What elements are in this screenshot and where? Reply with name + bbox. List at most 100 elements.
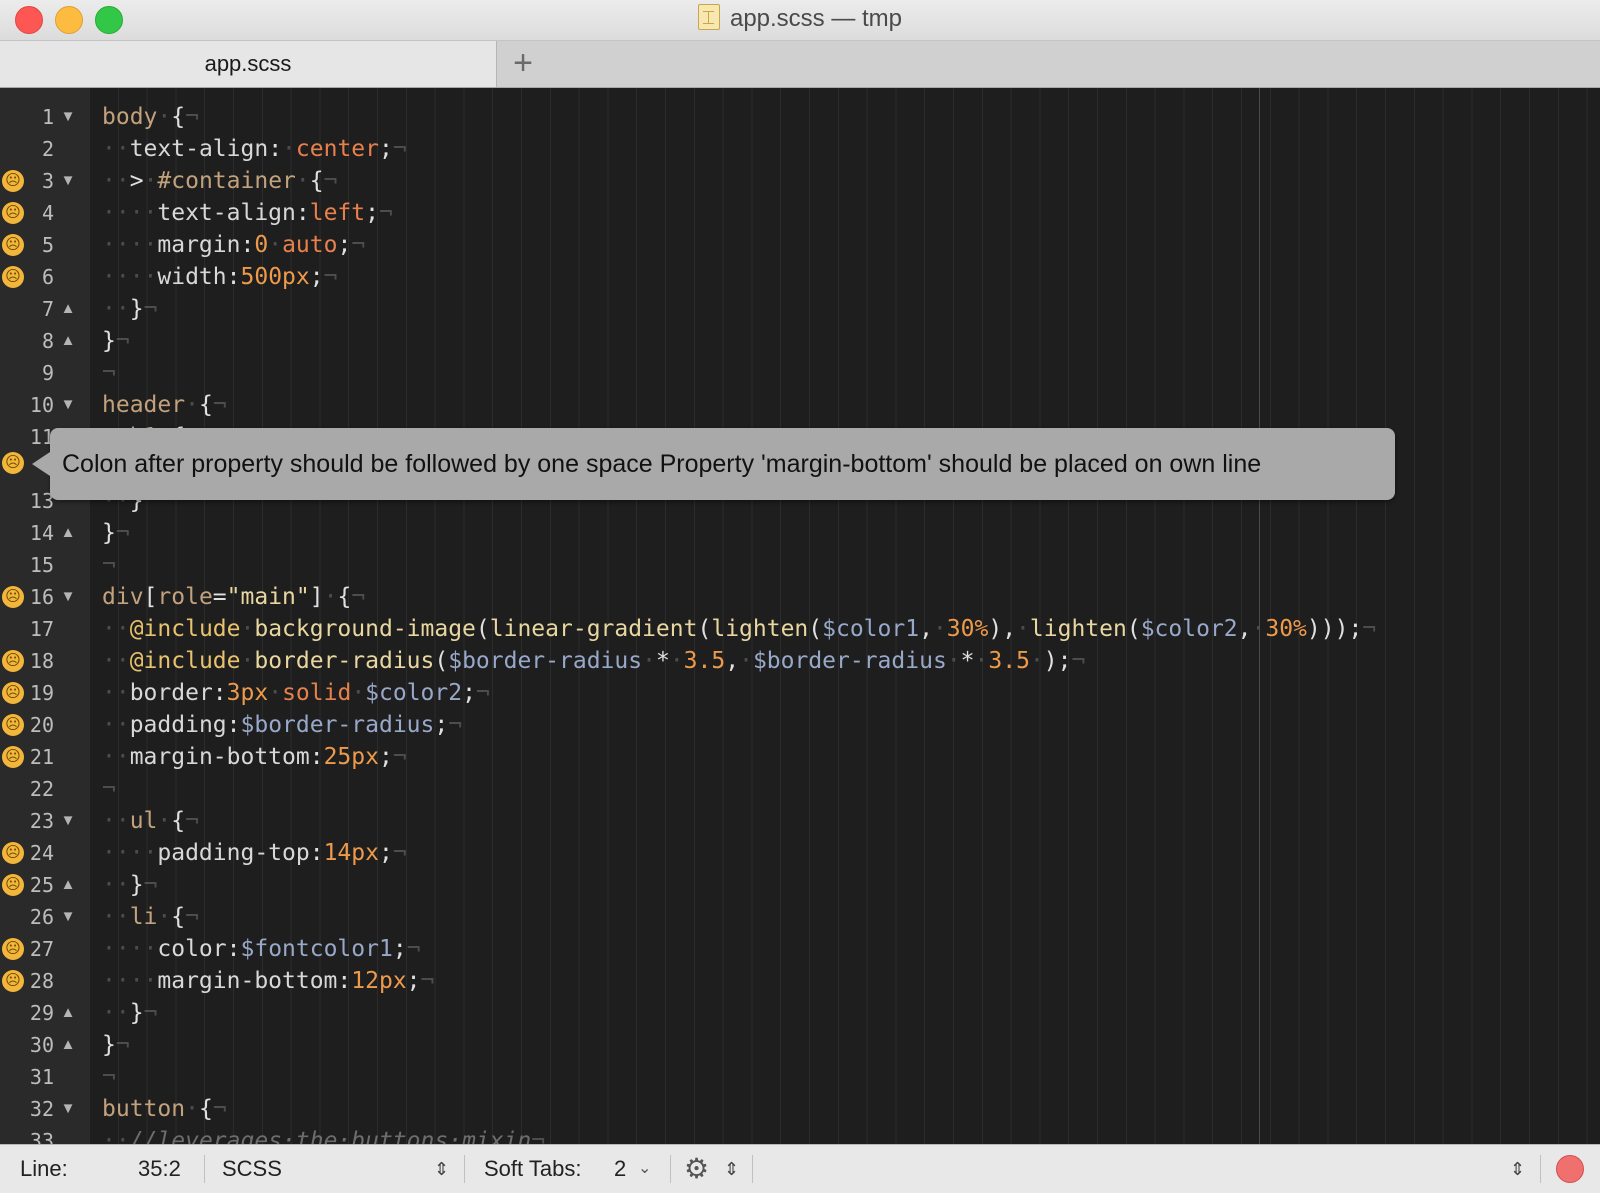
code-text[interactable]: ····text-align:left;¬	[102, 197, 393, 229]
code-text[interactable]: ··ul·{¬	[102, 805, 199, 837]
record-icon[interactable]	[1556, 1155, 1584, 1183]
line-position[interactable]: 35:2	[138, 1145, 181, 1193]
code-text[interactable]: ····margin-bottom:12px;¬	[102, 965, 434, 997]
settings-updown-icon[interactable]: ⇕	[724, 1145, 739, 1193]
fold-end-icon[interactable]: ▲	[58, 293, 78, 325]
code-text[interactable]: ¬	[102, 357, 116, 389]
code-token: ·	[739, 648, 753, 674]
lint-tooltip: Colon after property should be followed …	[32, 428, 1395, 500]
code-text[interactable]: ¬	[102, 1061, 116, 1093]
code-token: ¬	[102, 360, 116, 386]
code-text[interactable]: ¬	[102, 773, 116, 805]
chevron-down-icon[interactable]: ⌄	[638, 1145, 651, 1193]
fold-collapse-icon[interactable]: ▼	[58, 1093, 78, 1125]
code-token: ·	[974, 648, 989, 674]
code-token: ·	[157, 808, 172, 834]
code-line: ☹ 6 ····width:500px;¬	[0, 261, 1600, 293]
code-token: :	[226, 712, 241, 738]
window-title: app.scss — tmp	[729, 5, 903, 32]
code-token: ·	[946, 648, 961, 674]
code-text[interactable]: }¬	[102, 517, 130, 549]
code-token: ¬	[102, 552, 116, 578]
code-text[interactable]: ····width:500px;¬	[102, 261, 337, 293]
code-token: ¬	[143, 872, 158, 898]
add-tab-button[interactable]: +	[500, 41, 546, 87]
fold-end-icon[interactable]: ▲	[58, 517, 78, 549]
code-text[interactable]: }¬	[102, 1029, 130, 1061]
code-text[interactable]: ··@include·background-image(linear-gradi…	[102, 613, 1376, 645]
fold-collapse-icon[interactable]: ▼	[58, 805, 78, 837]
code-text[interactable]: ··}¬	[102, 997, 157, 1029]
fold-collapse-icon[interactable]: ▼	[58, 165, 78, 197]
syntax-updown-icon[interactable]: ⇕	[434, 1145, 449, 1193]
line-number: 33	[29, 1129, 54, 1144]
code-text[interactable]: ··//leverages·the·buttons·mixin¬	[102, 1125, 545, 1144]
code-token: $border-radius	[240, 712, 435, 738]
code-token: (	[1126, 616, 1141, 642]
code-token: }	[129, 296, 144, 322]
code-text[interactable]: ··li·{¬	[102, 901, 199, 933]
line-number: 27	[29, 937, 54, 961]
syntax-selector[interactable]: SCSS	[222, 1145, 282, 1193]
fold-end-icon[interactable]: ▲	[58, 1029, 78, 1061]
code-line: 7 ▲ ··}¬	[0, 293, 1600, 325]
code-text[interactable]: ····padding-top:14px;¬	[102, 837, 407, 869]
code-text[interactable]: header·{¬	[102, 389, 227, 421]
code-token: ··	[102, 648, 130, 674]
code-text[interactable]: ····margin:0·auto;¬	[102, 229, 365, 261]
code-token: lighten	[1029, 616, 1127, 642]
code-line: ☹ 24 ····padding-top:14px;¬	[0, 837, 1600, 869]
code-text[interactable]: }¬	[102, 325, 130, 357]
code-token: ¬	[212, 392, 227, 418]
code-token: ¬	[378, 200, 393, 226]
symbol-updown-icon[interactable]: ⇕	[1510, 1145, 1525, 1193]
code-line: 32 ▼ button·{¬	[0, 1093, 1600, 1125]
gear-icon[interactable]: ⚙	[684, 1145, 709, 1193]
fold-collapse-icon[interactable]: ▼	[58, 901, 78, 933]
fold-end-icon[interactable]: ▲	[58, 869, 78, 901]
code-token: ·	[157, 904, 172, 930]
code-text[interactable]: button·{¬	[102, 1093, 227, 1125]
code-token: ¬	[143, 1000, 158, 1026]
code-text[interactable]: ··>·#container·{¬	[102, 165, 337, 197]
code-line: 22 ¬	[0, 773, 1600, 805]
code-text[interactable]: ··margin-bottom:25px;¬	[102, 741, 407, 773]
tab-app-scss[interactable]: app.scss	[0, 41, 497, 87]
code-token: ,	[1237, 616, 1252, 642]
code-editor[interactable]: 1 ▼ body·{¬ 2 ··text-align:·center;¬ ☹ 3 ▼ ··>·#…	[0, 88, 1600, 1144]
status-bar: Line: 35:2 SCSS ⇕ Soft Tabs: 2 ⌄ ⚙ ⇕ ⇕	[0, 1144, 1600, 1193]
code-line: ☹ 4 ····text-align:left;¬	[0, 197, 1600, 229]
code-token: 30%	[1265, 616, 1307, 642]
code-token: ·	[642, 648, 656, 674]
code-token: ¬	[406, 936, 421, 962]
code-token: ·	[351, 680, 366, 706]
code-text[interactable]: ····color:$fontcolor1;¬	[102, 933, 421, 965]
soft-tabs-value[interactable]: 2	[614, 1145, 626, 1193]
code-text[interactable]: body·{¬	[102, 101, 199, 133]
fold-collapse-icon[interactable]: ▼	[58, 101, 78, 133]
code-text[interactable]: ··}¬	[102, 293, 157, 325]
lint-warning-icon[interactable]: ☹	[2, 452, 24, 474]
code-text[interactable]: ··text-align:·center;¬	[102, 133, 407, 165]
fold-end-icon[interactable]: ▲	[58, 325, 78, 357]
code-token: ·	[669, 648, 684, 674]
code-token: background-image	[254, 616, 476, 642]
code-token: :	[309, 840, 324, 866]
fold-collapse-icon[interactable]: ▼	[58, 389, 78, 421]
code-token: $color2	[1140, 616, 1238, 642]
soft-tabs-label[interactable]: Soft Tabs:	[484, 1145, 581, 1193]
fold-collapse-icon[interactable]: ▼	[58, 581, 78, 613]
fold-end-icon[interactable]: ▲	[58, 997, 78, 1029]
code-token: ·	[1016, 616, 1030, 642]
code-token: :	[337, 968, 352, 994]
code-text[interactable]: div[role="main"]·{¬	[102, 581, 365, 613]
code-token: ¬	[185, 104, 199, 130]
code-line: ☹ 3 ▼ ··>·#container·{¬	[0, 165, 1600, 197]
code-token: padding	[129, 712, 227, 738]
code-text[interactable]: ¬	[102, 549, 116, 581]
code-text[interactable]: ··@include·border-radius($border-radius·…	[102, 645, 1085, 677]
code-text[interactable]: ··}¬	[102, 869, 157, 901]
code-token: ····	[102, 264, 158, 290]
code-text[interactable]: ··border:3px·solid·$color2;¬	[102, 677, 490, 709]
code-text[interactable]: ··padding:$border-radius;¬	[102, 709, 462, 741]
